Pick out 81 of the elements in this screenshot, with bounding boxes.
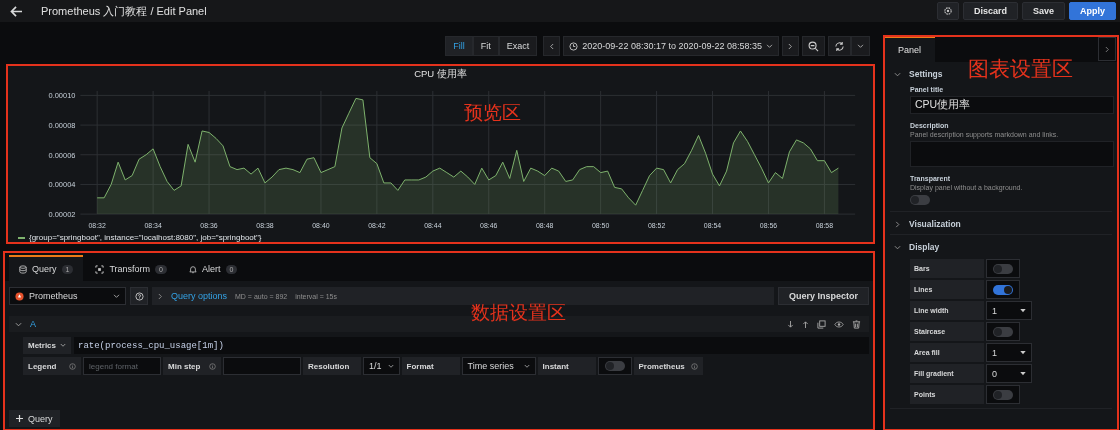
annotation-label: 图表设置区 [968, 56, 1073, 83]
option-input[interactable]: legend format [83, 357, 161, 375]
section-header[interactable]: Display [890, 235, 944, 257]
plus-icon [16, 415, 23, 422]
transform-icon [95, 264, 105, 274]
option-label: Prometheus [633, 357, 703, 375]
zoom-out-button[interactable] [802, 36, 825, 56]
caret-icon [1020, 350, 1026, 355]
fit-mode-button[interactable]: Fit [472, 36, 499, 56]
metrics-dropdown[interactable]: Metrics [23, 337, 71, 354]
option-label: Min step [163, 357, 221, 375]
datasource-select[interactable]: Prometheus [9, 287, 126, 305]
copy-icon[interactable] [817, 319, 826, 329]
option-input[interactable] [223, 357, 301, 375]
trash-icon[interactable] [852, 319, 861, 329]
info-icon [690, 362, 698, 370]
refresh-icon [834, 40, 845, 52]
panel-title: CPU 使用率 [414, 68, 467, 81]
zoom-out-icon [808, 40, 819, 52]
clock-icon [569, 41, 579, 51]
arrow-up-icon[interactable] [802, 319, 809, 329]
legend-swatch [18, 236, 25, 239]
caret-icon [113, 293, 120, 299]
panel-title-input[interactable]: CPU使用率 [910, 96, 1114, 114]
query-expression-field[interactable]: rate(process_cpu_usage[1m]) [74, 337, 869, 354]
annotation-label: 预览区 [464, 100, 521, 125]
caret-icon [60, 343, 66, 348]
option-select[interactable]: Time series [461, 357, 536, 375]
options-tab[interactable]: Panel [884, 36, 936, 62]
toggle-switch[interactable] [993, 389, 1013, 400]
header-button[interactable]: Save [1021, 2, 1065, 20]
section-header[interactable]: Visualization [890, 212, 965, 234]
chevron-left-icon [549, 42, 555, 50]
toggle-switch[interactable] [993, 326, 1013, 337]
option-select[interactable]: 0 [986, 364, 1032, 383]
flame-logo-icon [15, 291, 24, 301]
info-icon [69, 362, 76, 370]
chevron-right-icon [158, 292, 163, 300]
header-button[interactable]: Apply [1069, 2, 1116, 20]
caret-icon [857, 43, 864, 49]
toggle-switch[interactable] [993, 263, 1013, 274]
caret-icon [1020, 371, 1026, 376]
page-title: Prometheus 入门教程 / Edit Panel [41, 3, 207, 19]
toggle-switch[interactable] [993, 284, 1013, 295]
caret-icon [523, 363, 530, 369]
arrow-down-icon[interactable] [787, 319, 794, 329]
help-button[interactable] [130, 287, 148, 305]
option-select[interactable]: 1 [986, 343, 1032, 362]
fit-mode-button[interactable]: Exact [498, 36, 538, 56]
caret-icon [387, 363, 394, 369]
settings-icon [942, 6, 953, 16]
option-label: Instant [537, 357, 596, 375]
query-options-label[interactable]: Query options [171, 291, 228, 301]
option-select[interactable]: 1 [986, 301, 1032, 320]
toggle-switch[interactable] [604, 361, 625, 371]
eye-icon[interactable] [834, 320, 844, 328]
toggle-switch[interactable] [910, 195, 930, 205]
help-icon [134, 291, 144, 301]
query-inspector-button[interactable]: Query Inspector [777, 287, 869, 305]
chevron-right-icon [788, 42, 793, 50]
chevron-right-icon [1104, 45, 1110, 53]
query-ref-label[interactable]: A [30, 319, 36, 329]
option-label: Format [401, 357, 460, 375]
refresh-button[interactable] [828, 36, 851, 56]
option-label: Resolution [303, 357, 361, 375]
fit-mode-button[interactable]: Fill [445, 36, 473, 56]
section-header[interactable]: Settings [890, 62, 947, 84]
legend-label[interactable]: {group="springboot", instance="localhost:8080", job="springboot"} [29, 233, 262, 242]
info-icon [209, 362, 216, 370]
option-label: Legend [23, 357, 81, 375]
add-query-button[interactable]: Query [9, 410, 60, 427]
caret-icon [1020, 308, 1026, 313]
option-select[interactable]: 1/1 [363, 357, 400, 375]
caret-icon [766, 43, 773, 49]
header-button[interactable]: Discard [962, 2, 1018, 20]
database-icon [19, 264, 27, 274]
bell-icon [189, 264, 197, 274]
settings-button[interactable] [936, 2, 959, 20]
back-arrow-icon[interactable] [10, 5, 23, 17]
time-range-button[interactable]: 2020-09-22 08:30:17 to 2020-09-22 08:58:35 [563, 36, 779, 56]
collapse-caret-icon[interactable] [15, 320, 22, 328]
